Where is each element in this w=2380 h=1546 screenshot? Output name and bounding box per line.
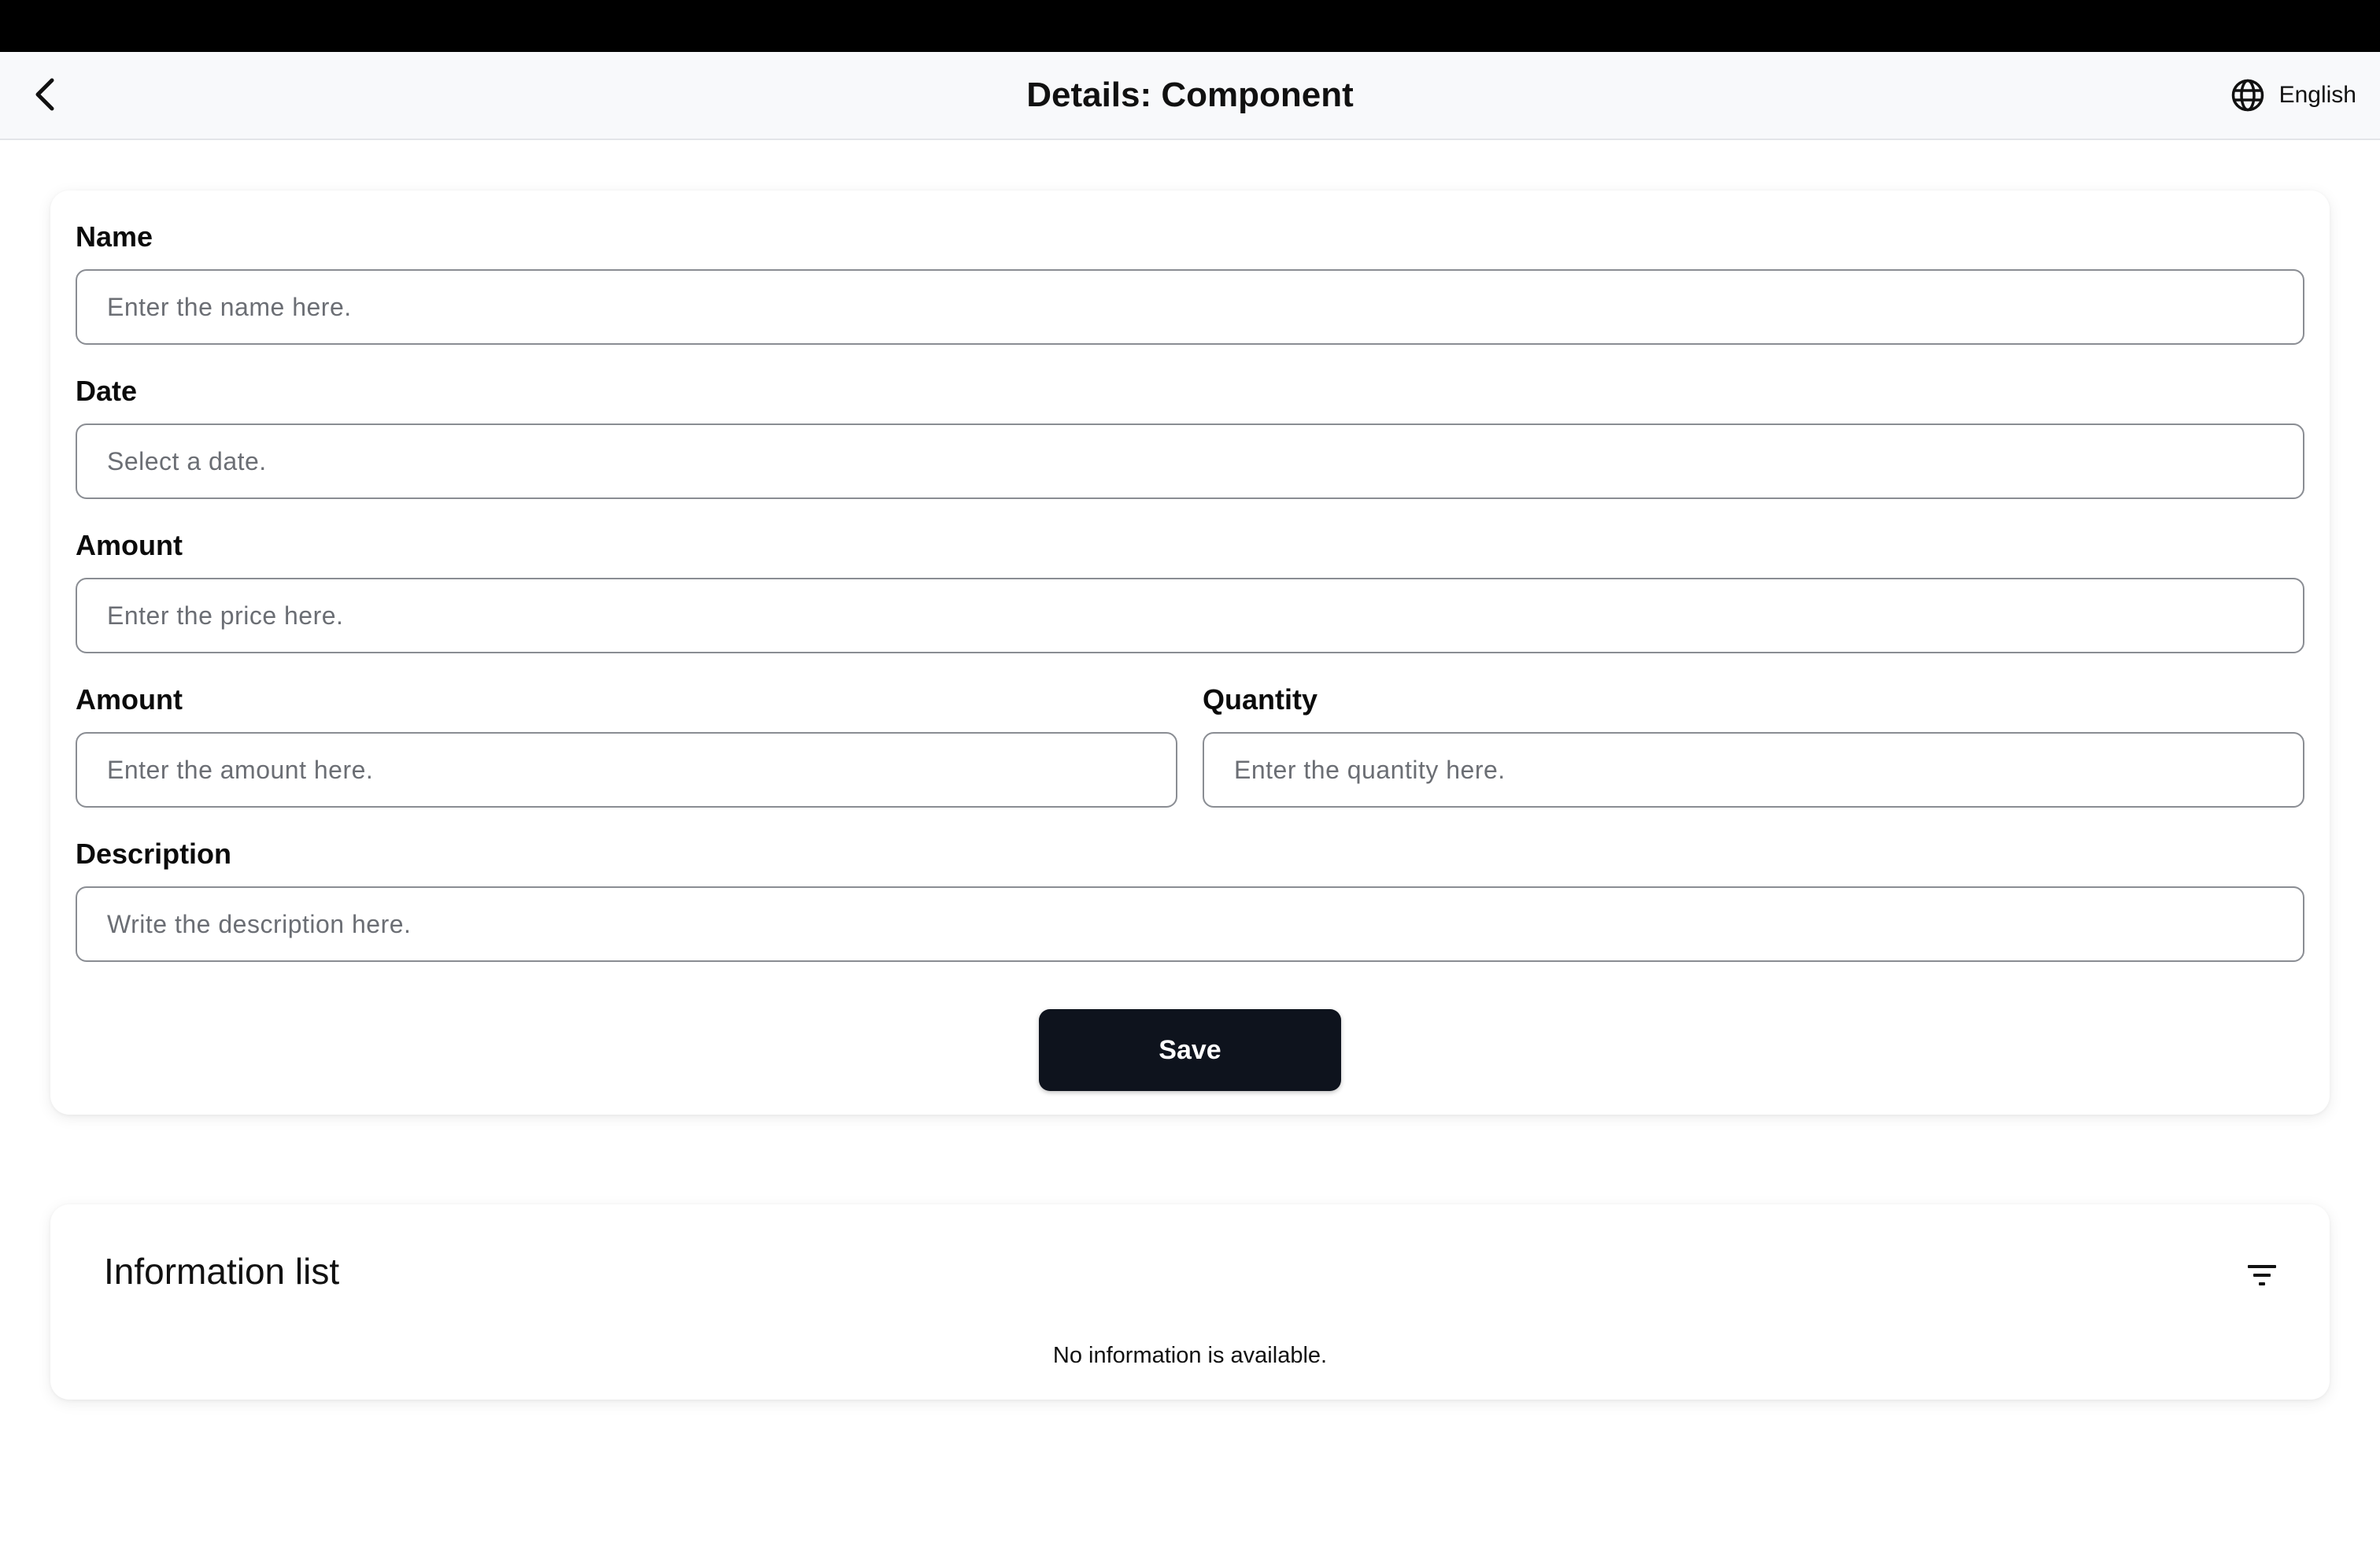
name-label: Name xyxy=(76,220,153,253)
language-selector[interactable]: English xyxy=(2230,73,2356,117)
amount-input[interactable] xyxy=(76,732,1177,808)
date-label: Date xyxy=(76,375,138,407)
description-input[interactable] xyxy=(76,886,2304,962)
information-list-card: Information list No information is avail… xyxy=(50,1204,2330,1400)
date-input[interactable] xyxy=(76,423,2304,499)
empty-state-message: No information is available. xyxy=(1052,1343,1328,1368)
globe-icon xyxy=(2231,79,2264,112)
amount-label: Amount xyxy=(76,683,183,716)
component-form-card: Name Date Amount Amount Quantity Descrip… xyxy=(50,190,2330,1115)
chevron-left-icon xyxy=(35,78,54,111)
quantity-input[interactable] xyxy=(1203,732,2304,808)
app-header: Details: Component English xyxy=(0,52,2380,140)
save-button[interactable]: Save xyxy=(1039,1009,1341,1091)
system-top-bar xyxy=(0,0,2380,52)
page-title: Details: Component xyxy=(1026,76,1354,114)
name-input[interactable] xyxy=(76,269,2304,345)
price-input[interactable] xyxy=(76,578,2304,653)
quantity-label: Quantity xyxy=(1203,683,1318,716)
language-label: English xyxy=(2278,82,2356,108)
description-label: Description xyxy=(76,838,232,870)
filter-icon xyxy=(2248,1265,2276,1285)
information-list-title: Information list xyxy=(104,1251,340,1292)
back-button[interactable] xyxy=(22,71,69,118)
filter-button[interactable] xyxy=(2238,1252,2286,1299)
price-label: Amount xyxy=(76,529,183,561)
